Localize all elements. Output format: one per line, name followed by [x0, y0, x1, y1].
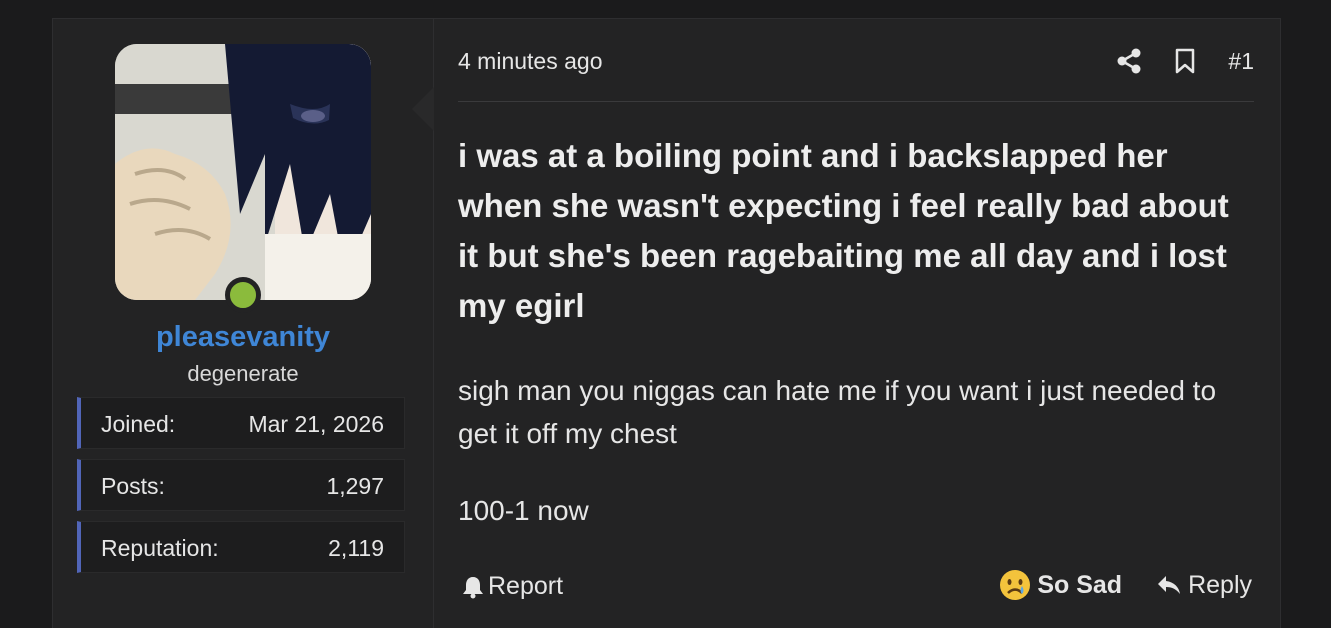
bookmark-icon[interactable] [1172, 47, 1198, 75]
user-panel: pleasevanity degenerate Joined: Mar 21, … [53, 19, 433, 628]
reaction-so-sad[interactable]: So Sad [999, 569, 1122, 601]
user-title: degenerate [187, 361, 299, 386]
stat-joined: Joined: Mar 21, 2026 [77, 397, 405, 449]
post-number-link[interactable]: #1 [1228, 48, 1254, 75]
reply-button[interactable]: Reply [1156, 571, 1252, 600]
stat-reputation: Reputation: 2,119 [77, 521, 405, 573]
stat-label: Reputation: [101, 535, 219, 561]
avatar-image [115, 44, 371, 300]
stat-value: Mar 21, 2026 [248, 411, 384, 437]
post-body: sigh man you niggas can hate me if you w… [458, 375, 1217, 449]
post-footer-actions: So Sad Reply [999, 569, 1252, 601]
username-link[interactable]: pleasevanity [53, 321, 433, 354]
report-button[interactable]: Report [462, 572, 563, 601]
stat-label: Joined: [101, 411, 176, 437]
online-status-indicator [225, 277, 261, 313]
reply-label: Reply [1188, 570, 1252, 599]
bell-icon [463, 576, 483, 598]
header-divider [458, 101, 1254, 102]
post-headline: i was at a boiling point and i backslapp… [458, 137, 1229, 324]
stat-value: 2,119 [328, 535, 384, 561]
post-content-panel: 4 minutes ago #1 i was at a boiling poin… [412, 19, 1280, 628]
stat-value: 1,297 [326, 473, 384, 499]
user-avatar[interactable] [115, 44, 371, 300]
post-container: pleasevanity degenerate Joined: Mar 21, … [52, 18, 1281, 628]
post-body-line: 100-1 now [458, 495, 589, 526]
stat-label: Posts: [101, 473, 165, 499]
speech-arrow [412, 87, 434, 131]
reply-icon [1158, 576, 1181, 594]
sad-face-icon [1000, 570, 1031, 600]
report-label: Report [488, 572, 564, 600]
post-timestamp[interactable]: 4 minutes ago [458, 48, 602, 75]
reaction-label: So Sad [1037, 570, 1123, 599]
stat-posts: Posts: 1,297 [77, 459, 405, 511]
post-actions: #1 [1086, 45, 1254, 77]
share-icon[interactable] [1116, 47, 1142, 75]
